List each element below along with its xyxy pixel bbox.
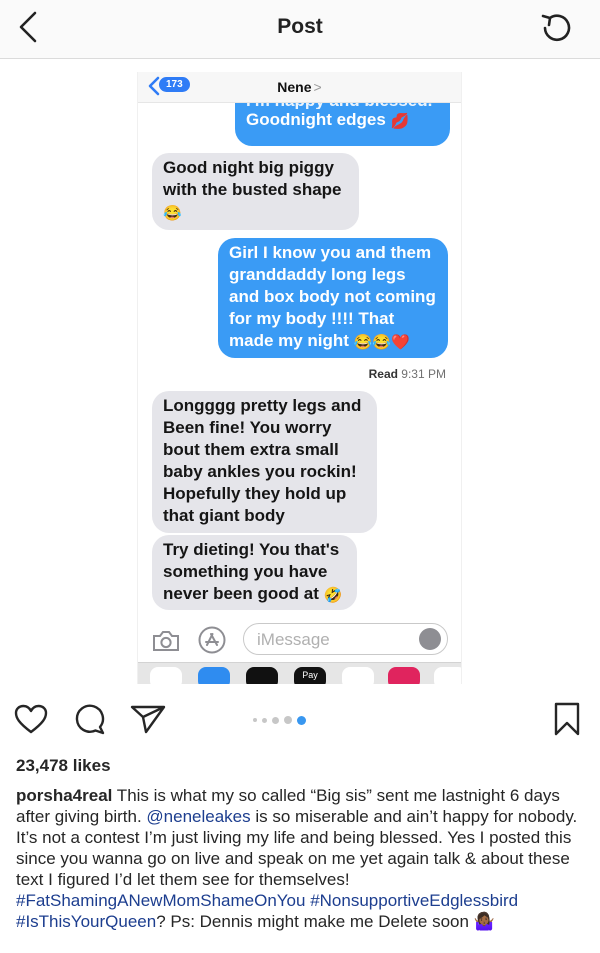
message-line: Try dieting! You that's [163,540,340,559]
message-line: for my body !!!! That [229,309,395,328]
carousel-dot-active [297,715,306,725]
monkey-sticker-icon [342,667,374,684]
page-title: Post [277,15,323,38]
post-image-imessage-screenshot[interactable]: 173 Nene> I'm happy and blessed. Goodnig… [137,72,462,684]
carousel-dot [284,716,292,724]
caption-text: ? Ps: Dennis might make me Delete soon [156,912,474,931]
message-line: granddaddy long legs [229,265,406,284]
message-bubble-received: Good night big piggy with the busted sha… [152,153,359,230]
imessage-placeholder: iMessage [257,630,330,649]
music-app-icon [434,667,461,684]
microphone-icon [419,628,441,650]
message-line: never been good at 🤣 [163,583,346,607]
apple-pay-app-icon: Pay [294,667,326,684]
message-line: Longggg pretty legs and [163,396,362,415]
imessage-header: 173 Nene > [138,72,461,103]
refresh-icon[interactable] [536,8,576,48]
imessage-app-strip: Pay [138,662,461,684]
camera-icon [153,631,179,651]
message-bubble-sent: Girl I know you and them granddaddy long… [218,238,448,358]
hashtag-link[interactable]: #IsThisYourQueen [16,912,156,931]
contact-name: Nene > [277,79,322,95]
message-line: bout them extra small [163,440,339,459]
comment-icon[interactable] [74,703,106,735]
appstore-app-icon [198,667,230,684]
laughing-emoji: 😂 [163,205,182,222]
message-line: that giant body [163,506,285,525]
message-line: Goodnight edges 💋 [246,109,439,133]
message-line: baby ankles you rockin! [163,462,357,481]
top-nav-bar: Post [0,0,600,59]
like-count[interactable]: 23,478 likes [16,756,111,776]
web-app-icon [388,667,420,684]
caption-username[interactable]: porsha4real [16,786,112,805]
message-bubble-received: Longggg pretty legs and Been fine! You w… [152,391,377,533]
post-caption: porsha4real This is what my so called “B… [16,785,588,932]
carousel-dot [262,717,267,723]
share-icon[interactable] [130,704,166,734]
message-line: Been fine! You worry [163,418,332,437]
imessage-input-row: iMessage [138,620,461,660]
laughing-heart-emoji: 😂😂❤️ [353,334,410,351]
activity-app-icon [246,667,278,684]
app-store-icon [198,626,226,654]
mention-link[interactable]: @neneleakes [146,807,250,826]
carousel-dot [253,718,257,722]
message-bubble-received: Try dieting! You that's something you ha… [152,535,357,610]
message-line: with the busted shape [163,180,342,199]
message-line: Girl I know you and them [229,243,432,262]
hashtag-link[interactable]: #NonsupportiveEdglessbird [310,891,518,910]
heart-icon[interactable] [14,704,48,734]
rofl-emoji: 🤣 [323,587,343,604]
imessage-text-field: iMessage [243,623,448,655]
message-line: and box body not coming [229,287,436,306]
kiss-emoji: 💋 [390,113,410,130]
bookmark-icon[interactable] [553,702,581,736]
message-line: Good night big piggy [163,158,334,177]
message-line: Hopefully they hold up [163,484,347,503]
message-line: something you have [163,562,328,581]
post-action-bar [0,696,600,740]
hashtag-link[interactable]: #FatShamingANewMomShameOnYou [16,891,305,910]
shrug-emoji: 🤷🏾‍♀️ [473,912,495,931]
carousel-dot [272,716,279,724]
photos-app-icon [150,667,182,684]
message-line: made my night 😂😂❤️ [229,330,437,354]
read-receipt: Read 9:31 PM [368,367,446,381]
contact-chevron-icon: > [313,79,322,95]
